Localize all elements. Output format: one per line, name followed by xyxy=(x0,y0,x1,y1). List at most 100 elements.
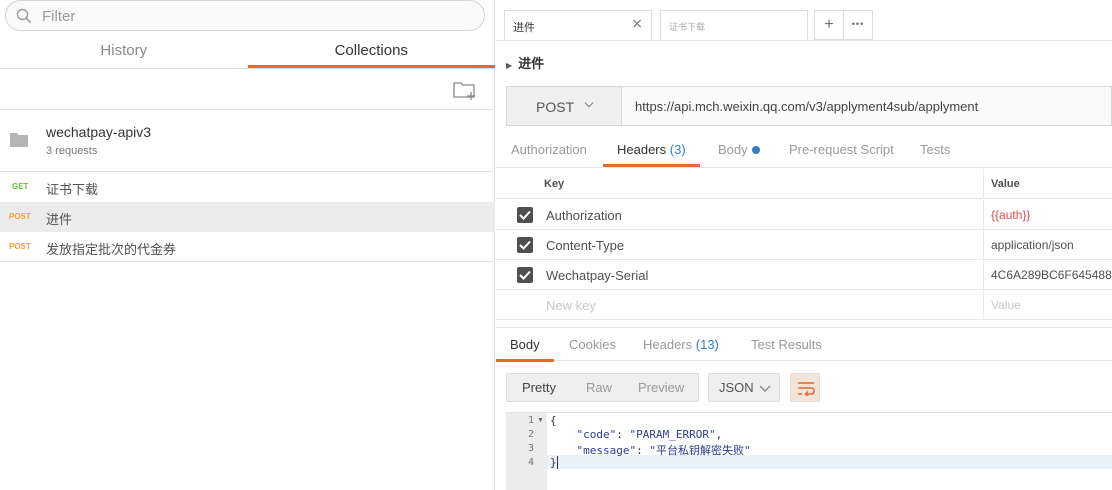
search-icon xyxy=(16,8,32,24)
table-row: Authorization {{auth}} xyxy=(496,200,1112,230)
header-value[interactable]: application/json xyxy=(991,238,1074,252)
filter-input[interactable] xyxy=(42,5,462,27)
header-key[interactable]: Wechatpay-Serial xyxy=(546,268,648,283)
format-label: JSON xyxy=(719,380,754,395)
method-badge: POST xyxy=(9,242,31,251)
table-row: Content-Type application/json xyxy=(496,230,1112,260)
tab-test-results[interactable]: Test Results xyxy=(751,330,822,362)
chevron-down-icon xyxy=(759,385,771,392)
sidebar-tabs: History Collections xyxy=(0,36,495,69)
code-line: { xyxy=(550,414,557,427)
tab-authorization[interactable]: Authorization xyxy=(511,135,587,167)
response-headers-count: (13) xyxy=(695,337,719,352)
tab-response-headers-label: Headers xyxy=(643,337,693,352)
header-key[interactable]: Content-Type xyxy=(546,238,624,253)
more-tabs-button[interactable]: ••• xyxy=(843,10,873,40)
list-item[interactable]: POST 发放指定批次的代金券 xyxy=(0,232,495,262)
wrap-lines-button[interactable] xyxy=(790,373,820,402)
format-select[interactable]: JSON xyxy=(708,373,780,402)
close-icon[interactable]: × xyxy=(631,16,643,32)
wrap-icon xyxy=(798,382,815,396)
code-line: "code": "PARAM_ERROR", xyxy=(576,428,723,441)
method-select[interactable]: POST xyxy=(507,87,622,125)
header-key[interactable]: Authorization xyxy=(546,208,622,223)
request-name: 进件 xyxy=(46,213,73,228)
add-tab-button[interactable]: + xyxy=(814,10,844,40)
request-tabbar: 进件 × 证书下载 + ••• xyxy=(496,0,1112,41)
sidebar: History Collections wechatpay-apiv3 3 re… xyxy=(0,0,495,490)
code-token: "message" xyxy=(576,444,637,457)
method-badge: POST xyxy=(9,212,31,221)
list-item[interactable]: POST 进件 xyxy=(0,202,495,232)
table-header-row: Key Value xyxy=(496,169,1112,199)
new-value-input[interactable]: Value xyxy=(991,298,1021,312)
tab-response-body[interactable]: Body xyxy=(496,330,554,362)
line-number: 3 xyxy=(527,443,534,454)
divider xyxy=(0,261,495,262)
chevron-down-icon xyxy=(584,102,594,108)
request-tab[interactable]: 证书下载 xyxy=(660,10,808,40)
pretty-button[interactable]: Pretty xyxy=(522,380,556,395)
line-number: 2 xyxy=(527,429,534,440)
url-input[interactable]: https://api.mch.weixin.qq.com/v3/applyme… xyxy=(635,99,978,114)
code-token: "code" xyxy=(576,428,617,441)
check-icon xyxy=(519,240,531,250)
tab-response-headers[interactable]: Headers (13) xyxy=(643,330,719,362)
tab-history[interactable]: History xyxy=(0,36,248,68)
request-title[interactable]: ▶ 进件 xyxy=(506,53,544,72)
tab-prerequest-script[interactable]: Pre-request Script xyxy=(789,135,894,167)
preview-button[interactable]: Preview xyxy=(638,380,684,395)
raw-button[interactable]: Raw xyxy=(586,380,612,395)
request-name: 发放指定批次的代金券 xyxy=(46,243,177,258)
header-value[interactable]: {{auth}} xyxy=(991,208,1030,222)
code-line: } xyxy=(550,456,557,469)
folder-icon xyxy=(10,133,28,147)
value-column-header: Value xyxy=(991,178,1020,190)
header-value[interactable]: 4C6A289BC6F645488/ xyxy=(991,268,1112,282)
code-token: } xyxy=(550,456,557,469)
key-cell xyxy=(496,169,984,199)
text-cursor xyxy=(557,456,558,469)
table-row: Wechatpay-Serial 4C6A289BC6F645488/ xyxy=(496,260,1112,290)
new-key-input[interactable]: New key xyxy=(546,298,596,313)
line-number: 4 xyxy=(527,457,534,468)
request-tab-active[interactable]: 进件 × xyxy=(504,10,652,40)
method-badge: GET xyxy=(12,182,29,191)
collection-count: 3 requests xyxy=(46,145,98,157)
check-icon xyxy=(519,210,531,220)
header-checkbox[interactable] xyxy=(517,267,533,283)
tab-label: 进件 xyxy=(513,21,535,34)
request-subtabs: Authorization Headers (3) Body Pre-reque… xyxy=(496,135,1112,168)
caret-right-icon: ▶ xyxy=(506,61,513,70)
code-line: "message": "平台私钥解密失败" xyxy=(576,444,751,457)
tab-collections[interactable]: Collections xyxy=(247,36,495,68)
collection-item[interactable]: wechatpay-apiv3 3 requests xyxy=(0,110,495,172)
main-panel: 进件 × 证书下载 + ••• ▶ 进件 POST https://api.mch… xyxy=(496,0,1112,490)
tab-body[interactable]: Body xyxy=(718,135,760,167)
key-column-header: Key xyxy=(544,178,565,190)
method-label: POST xyxy=(536,99,575,115)
fold-icon[interactable]: ▼ xyxy=(537,417,544,424)
request-title-text: 进件 xyxy=(518,57,545,72)
new-collection-icon[interactable] xyxy=(452,79,478,101)
tab-headers[interactable]: Headers (3) xyxy=(603,135,700,167)
tab-body-label: Body xyxy=(718,142,748,157)
filter-box[interactable] xyxy=(5,0,485,31)
response-tabs: Body Cookies Headers (13) Test Results xyxy=(496,327,1112,362)
response-body-editor[interactable]: 1 ▼ 2 3 4 { "code": "PARAM_ERROR", "mess… xyxy=(506,412,1112,490)
header-checkbox[interactable] xyxy=(517,237,533,253)
tab-label: 证书下载 xyxy=(669,23,706,33)
code-token: { xyxy=(550,414,557,427)
check-icon xyxy=(519,270,531,280)
body-indicator-dot xyxy=(751,146,760,154)
request-name: 证书下载 xyxy=(46,183,99,198)
tab-headers-label: Headers xyxy=(617,142,667,157)
table-row-new: New key Value xyxy=(496,290,1112,320)
tab-tests[interactable]: Tests xyxy=(920,135,950,167)
list-item[interactable]: GET 证书下载 xyxy=(0,172,495,202)
view-mode-group: Pretty Raw Preview xyxy=(506,373,699,402)
tab-cookies[interactable]: Cookies xyxy=(569,330,616,362)
url-bar: POST https://api.mch.weixin.qq.com/v3/ap… xyxy=(506,86,1112,126)
header-checkbox[interactable] xyxy=(517,207,533,223)
line-number: 1 xyxy=(527,415,534,426)
